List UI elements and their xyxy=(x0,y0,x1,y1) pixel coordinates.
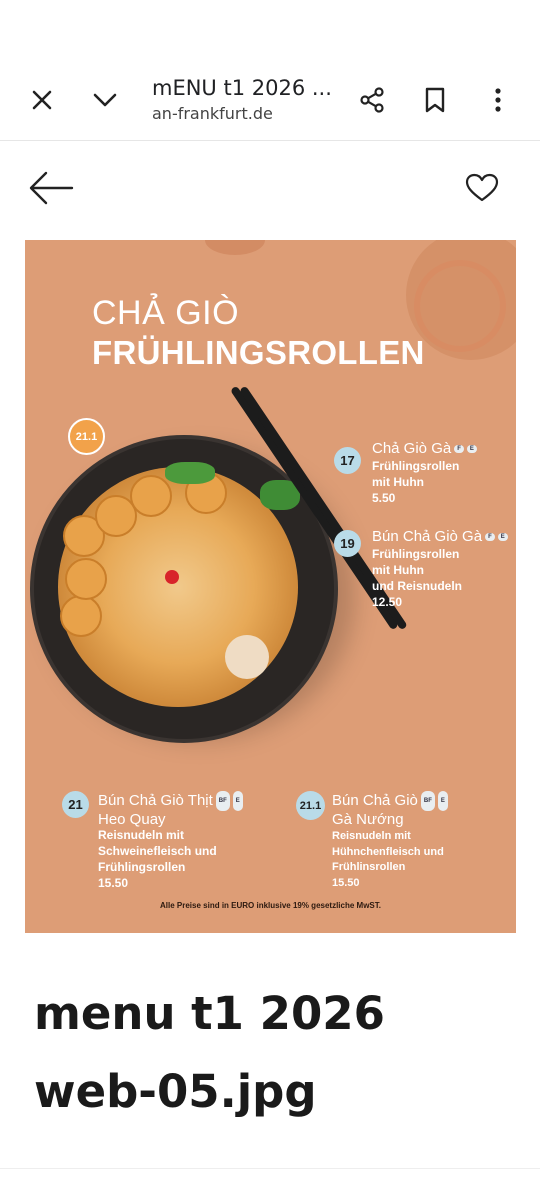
image-caption: menu t1 2026 web-05.jpg xyxy=(34,975,385,1131)
item-description: Frühlingsrollen mit Huhn 5.50 xyxy=(372,459,460,505)
heart-outline-icon[interactable] xyxy=(465,172,499,204)
allergen-tag: E xyxy=(437,791,448,811)
item-description: Frühlingsrollen mit Huhn und Reisnudeln … xyxy=(372,547,462,609)
chicken-piece xyxy=(225,635,269,679)
tab-title: mENU t1 2026 ... xyxy=(152,76,332,100)
tab-url: an-frankfurt.de xyxy=(152,104,273,123)
herb-leaves xyxy=(165,462,215,484)
chevron-down-icon[interactable] xyxy=(85,80,125,120)
image-nav-row xyxy=(0,150,540,226)
bookmark-icon[interactable] xyxy=(415,80,455,120)
divider xyxy=(0,1168,540,1169)
featured-number-badge: 21.1 xyxy=(68,418,105,455)
share-icon[interactable] xyxy=(352,80,392,120)
allergen-tag: F xyxy=(485,533,495,542)
caption-line-2: web-05.jpg xyxy=(34,1065,317,1118)
item-price: 15.50 xyxy=(98,876,129,890)
item-number-badge: 21.1 xyxy=(296,791,325,820)
item-name: Bún Chả Giò Thịt BF E Heo Quay xyxy=(98,791,243,829)
browser-top-bar: mENU t1 2026 ... an-frankfurt.de xyxy=(0,60,540,141)
item-name: Chả Giò Gà F E xyxy=(372,440,477,457)
item-price: 15.50 xyxy=(332,876,360,889)
item-description: Reisnudeln mit Hühnchenfleisch und Frühl… xyxy=(332,829,444,891)
item-number-badge: 17 xyxy=(334,447,361,474)
caption-line-1: menu t1 2026 xyxy=(34,987,385,1040)
menu-title-vietnamese: CHẢ GIÒ xyxy=(92,294,240,332)
item-name: Bún Chả Giò BF E Gà Nướng xyxy=(332,791,448,829)
chili-garnish xyxy=(165,570,179,584)
spring-roll xyxy=(60,595,102,637)
spring-roll xyxy=(65,558,107,600)
menu-image[interactable]: CHẢ GIÒ FRÜHLINGSROLLEN 21.1 17 Chả Giò … xyxy=(25,240,516,933)
tab-title-area[interactable]: mENU t1 2026 ... an-frankfurt.de xyxy=(152,76,342,123)
allergen-tag: E xyxy=(466,445,477,454)
more-vert-icon[interactable] xyxy=(478,80,518,120)
allergen-tag: F xyxy=(454,445,464,454)
item-number-badge: 19 xyxy=(334,530,361,557)
decorative-blob xyxy=(205,240,265,255)
decorative-swirl-ring xyxy=(414,260,506,352)
spring-roll xyxy=(130,475,172,517)
item-number-badge: 21 xyxy=(62,791,89,818)
price-note: Alle Preise sind in EURO inklusive 19% g… xyxy=(160,901,381,910)
item-price: 12.50 xyxy=(372,595,403,609)
allergen-tag: BF xyxy=(420,791,435,811)
item-name: Bún Chả Giò Gà F E xyxy=(372,528,508,545)
allergen-tag: BF xyxy=(215,791,230,811)
close-icon[interactable] xyxy=(22,80,62,120)
item-price: 5.50 xyxy=(372,491,396,505)
item-description: Reisnudeln mit Schweinefleisch und Frühl… xyxy=(98,828,217,890)
allergen-tag: E xyxy=(497,533,508,542)
menu-title-german: FRÜHLINGSROLLEN xyxy=(92,334,425,371)
arrow-left-icon[interactable] xyxy=(28,168,74,208)
allergen-tag: E xyxy=(232,791,243,811)
